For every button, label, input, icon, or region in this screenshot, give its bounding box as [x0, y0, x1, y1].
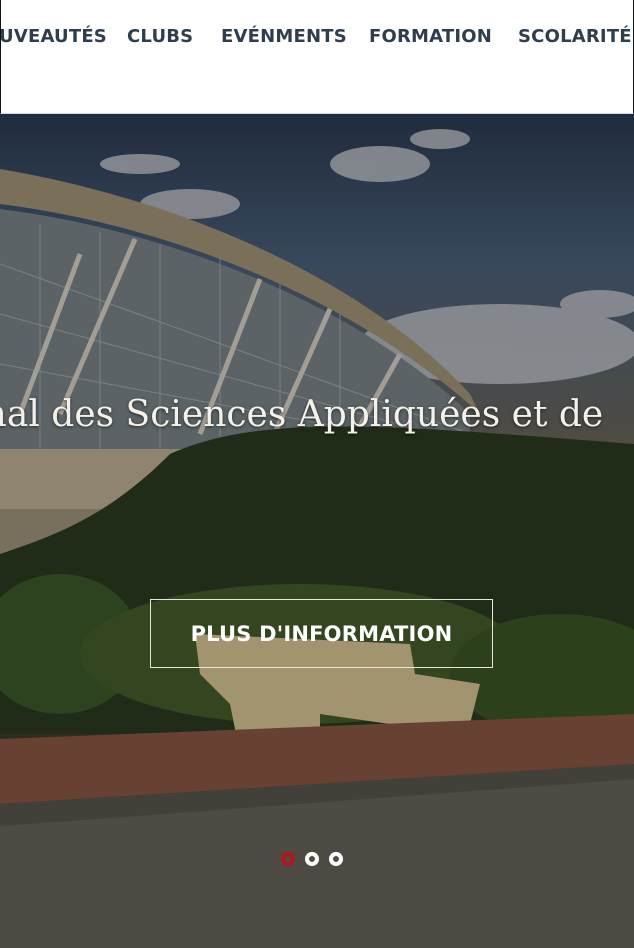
slider-dot-2[interactable] — [305, 852, 319, 866]
top-navigation: UVEAUTÉS CLUBS EVÉNMENTS FORMATION SCOLA… — [0, 0, 634, 114]
nav-item-scolarite[interactable]: SCOLARITÉ — [518, 26, 632, 47]
slider-dot-3[interactable] — [329, 852, 343, 866]
nav-item-formation[interactable]: FORMATION — [369, 26, 492, 47]
hero-headline: onal des Sciences Appliquées et de — [0, 394, 604, 435]
hero-dark-overlay — [0, 114, 634, 948]
nav-item-clubs[interactable]: CLUBS — [127, 26, 193, 47]
slider-pagination — [281, 852, 343, 866]
nav-item-nouveautes[interactable]: UVEAUTÉS — [1, 26, 107, 47]
more-information-button[interactable]: PLUS D'INFORMATION — [150, 599, 493, 668]
slider-dot-1[interactable] — [281, 852, 295, 866]
nav-item-evenements[interactable]: EVÉNMENTS — [221, 26, 347, 47]
hero-slider: onal des Sciences Appliquées et de PLUS … — [0, 114, 634, 948]
